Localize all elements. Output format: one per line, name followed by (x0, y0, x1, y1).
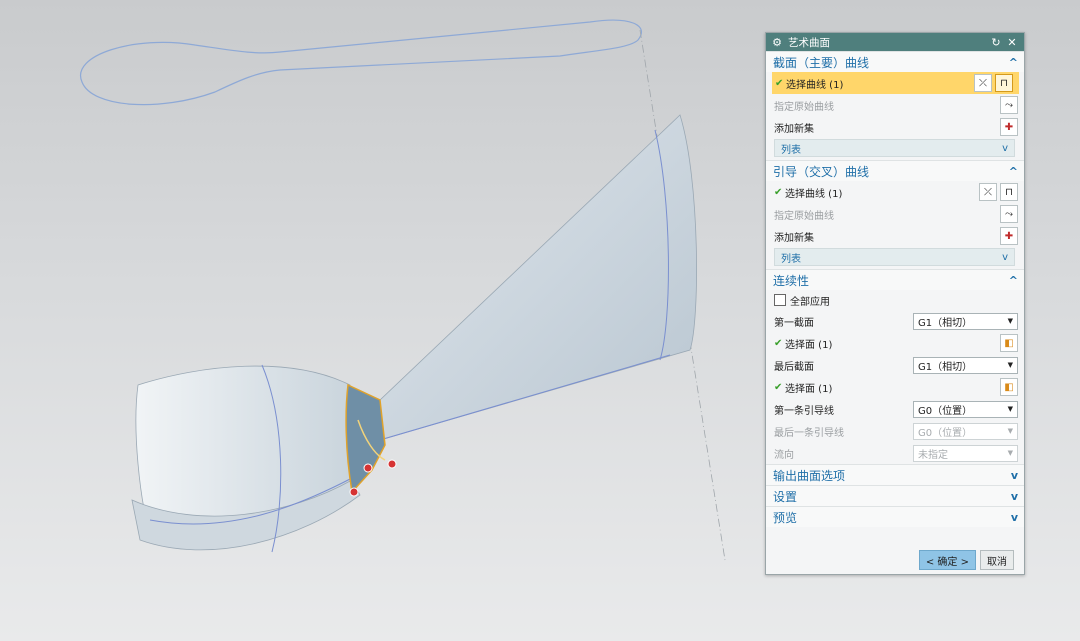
orig-curve-icon[interactable]: ⤳ (1000, 96, 1018, 114)
guide-add-set-row[interactable]: 添加新集 ✚ (766, 225, 1024, 247)
last-section-row: 最后截面 G1（相切） ▼ (766, 354, 1024, 376)
guide-select-curve-label: 选择曲线 (1) (785, 188, 843, 200)
dropdown-arrow-icon: ▼ (1007, 449, 1013, 457)
cancel-button[interactable]: 取消 (980, 550, 1014, 570)
chevron-up-icon[interactable]: ^ (1009, 56, 1018, 69)
continuity-title: 连续性 (773, 273, 810, 288)
select-face-row-1[interactable]: ✔ 选择面 (1) ◧ (766, 332, 1024, 354)
chevron-up-icon[interactable]: ^ (1009, 274, 1018, 287)
section-orig-curve-row[interactable]: 指定原始曲线 ⤳ (766, 94, 1024, 116)
chevron-down-icon[interactable]: v (1002, 252, 1008, 263)
flow-row: 流向 未指定 ▼ (766, 442, 1024, 464)
last-section-value: G1（相切） (918, 361, 973, 373)
flow-value: 未指定 (918, 449, 948, 461)
chevron-down-icon[interactable]: v (1011, 511, 1018, 524)
check-icon: ✔ (774, 381, 783, 393)
apply-all-row[interactable]: 全部应用 (766, 290, 1024, 310)
guide-curves-header[interactable]: 引导（交叉）曲线 ^ (766, 160, 1024, 181)
check-icon: ✔ (774, 186, 783, 198)
guide-add-set-label: 添加新集 (774, 232, 814, 244)
chevron-down-icon[interactable]: v (1011, 469, 1018, 482)
chevron-up-icon[interactable]: ^ (1009, 165, 1018, 178)
settings-header[interactable]: 设置 v (766, 485, 1024, 506)
gear-icon: ⚙ (772, 35, 782, 49)
first-guide-value: G0（位置） (918, 405, 973, 417)
handle-surface[interactable] (379, 114, 697, 441)
apply-all-label: 全部应用 (790, 296, 830, 308)
preview-header[interactable]: 预览 v (766, 506, 1024, 527)
output-options-header[interactable]: 输出曲面选项 v (766, 464, 1024, 485)
orig-curve-icon[interactable]: ⤳ (1000, 205, 1018, 223)
check-icon: ✔ (774, 337, 783, 349)
section-add-set-label: 添加新集 (774, 123, 814, 135)
last-guide-select[interactable]: G0（位置） ▼ (913, 422, 1018, 440)
face-select-icon[interactable]: ◧ (1000, 378, 1018, 396)
first-section-value: G1（相切） (918, 317, 973, 329)
section-select-curve-label: 选择曲线 (1) (786, 79, 844, 91)
guide-orig-curve-label: 指定原始曲线 (774, 210, 834, 222)
dropdown-arrow-icon: ▼ (1007, 361, 1013, 369)
dropdown-arrow-icon: ▼ (1007, 317, 1013, 325)
apply-all-checkbox[interactable] (774, 294, 786, 306)
artistic-surface-dialog: ⚙ 艺术曲面 ↻ ✕ 截面（主要）曲线 ^ ✔ 选择曲线 (1) ⤫ ⊓ 指定原… (765, 32, 1025, 575)
last-guide-value: G0（位置） (918, 427, 973, 439)
check-icon: ✔ (775, 77, 784, 89)
last-section-select[interactable]: G1（相切） ▼ (913, 356, 1018, 374)
output-options-title: 输出曲面选项 (773, 468, 846, 483)
guide-curves-title: 引导（交叉）曲线 (773, 164, 870, 179)
dropdown-arrow-icon: ▼ (1007, 427, 1013, 435)
first-section-select[interactable]: G1（相切） ▼ (913, 312, 1018, 330)
face-select-icon[interactable]: ◧ (1000, 334, 1018, 352)
dialog-title: 艺术曲面 (788, 36, 830, 49)
chevron-down-icon[interactable]: v (1002, 143, 1008, 154)
continuity-header[interactable]: 连续性 ^ (766, 269, 1024, 290)
flow-select[interactable]: 未指定 ▼ (913, 444, 1018, 462)
preview-title: 预览 (773, 510, 798, 525)
reset-icon[interactable]: ↻ (989, 36, 1003, 49)
last-guide-row: 最后一条引导线 G0（位置） ▼ (766, 420, 1024, 442)
guide-list-label: 列表 (781, 253, 801, 265)
chevron-down-icon[interactable]: v (1011, 490, 1018, 503)
section-select-curve-row[interactable]: ✔ 选择曲线 (1) ⤫ ⊓ (772, 72, 1019, 94)
guide-list-toggle[interactable]: 列表 v (774, 248, 1015, 266)
guide-orig-curve-row[interactable]: 指定原始曲线 ⤳ (766, 203, 1024, 225)
settings-title: 设置 (773, 489, 798, 504)
section-list-toggle[interactable]: 列表 v (774, 139, 1015, 157)
first-guide-select[interactable]: G0（位置） ▼ (913, 400, 1018, 418)
section-curves-header[interactable]: 截面（主要）曲线 ^ (766, 51, 1024, 72)
dropdown-arrow-icon: ▼ (1007, 405, 1013, 413)
control-point-3[interactable] (387, 459, 397, 469)
add-set-icon[interactable]: ✚ (1000, 118, 1018, 136)
first-section-label: 第一截面 (774, 317, 814, 329)
first-section-row: 第一截面 G1（相切） ▼ (766, 310, 1024, 332)
section-list-label: 列表 (781, 144, 801, 156)
spoon-outline-curve[interactable] (79, 19, 643, 106)
section-curves-title: 截面（主要）曲线 (773, 55, 870, 70)
control-point-2[interactable] (363, 463, 373, 473)
first-guide-label: 第一条引导线 (774, 405, 834, 417)
select-face-label-2: 选择面 (1) (785, 383, 833, 395)
select-face-label-1: 选择面 (1) (785, 339, 833, 351)
swap-icon[interactable]: ⤫ (974, 74, 992, 92)
close-icon[interactable]: ✕ (1005, 36, 1019, 49)
flow-label: 流向 (774, 449, 794, 461)
guide-select-curve-row[interactable]: ✔ 选择曲线 (1) ⤫ ⊓ (766, 181, 1024, 203)
ok-button[interactable]: < 确定 > (918, 550, 976, 570)
add-set-icon[interactable]: ✚ (1000, 227, 1018, 245)
swap-icon[interactable]: ⤫ (979, 183, 997, 201)
dialog-titlebar[interactable]: ⚙ 艺术曲面 ↻ ✕ (766, 33, 1024, 51)
curve-select-icon[interactable]: ⊓ (1000, 183, 1018, 201)
first-guide-row: 第一条引导线 G0（位置） ▼ (766, 398, 1024, 420)
curve-select-icon[interactable]: ⊓ (995, 74, 1013, 92)
control-point-1[interactable] (349, 487, 359, 497)
section-add-set-row[interactable]: 添加新集 ✚ (766, 116, 1024, 138)
section-orig-curve-label: 指定原始曲线 (774, 101, 834, 113)
last-section-label: 最后截面 (774, 361, 814, 373)
select-face-row-2[interactable]: ✔ 选择面 (1) ◧ (766, 376, 1024, 398)
last-guide-label: 最后一条引导线 (774, 427, 844, 439)
dialog-footer: < 确定 > 取消 (918, 550, 1014, 570)
